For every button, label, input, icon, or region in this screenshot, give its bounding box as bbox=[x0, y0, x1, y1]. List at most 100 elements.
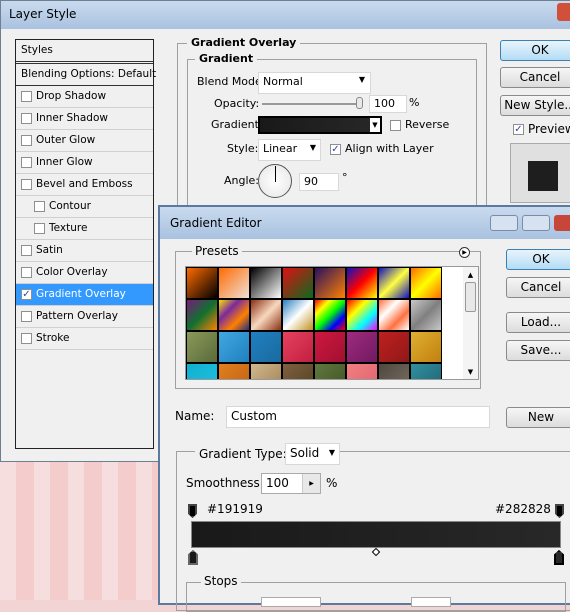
preset-swatch[interactable] bbox=[314, 267, 346, 299]
style-item[interactable]: Outer Glow bbox=[16, 130, 153, 152]
style-item[interactable]: Inner Glow bbox=[16, 152, 153, 174]
preset-swatch[interactable] bbox=[282, 299, 314, 331]
scroll-thumb[interactable] bbox=[465, 282, 476, 312]
preset-swatch[interactable] bbox=[250, 267, 282, 299]
style-checkbox[interactable] bbox=[21, 310, 32, 322]
layer-style-titlebar[interactable]: Layer Style bbox=[1, 1, 570, 29]
preset-swatch[interactable] bbox=[218, 331, 250, 363]
blending-options[interactable]: Blending Options: Default bbox=[16, 64, 156, 86]
style-item[interactable]: ✓ Gradient Overlay bbox=[16, 284, 153, 306]
style-checkbox[interactable] bbox=[21, 244, 32, 256]
editor-cancel-button[interactable]: Cancel bbox=[506, 277, 570, 298]
name-input[interactable]: Custom bbox=[226, 406, 490, 428]
style-checkbox[interactable] bbox=[21, 134, 32, 146]
style-item[interactable]: Stroke bbox=[16, 328, 153, 350]
preset-swatch[interactable] bbox=[378, 267, 410, 299]
opacity-input[interactable]: 100 bbox=[369, 95, 407, 113]
reverse-checkbox[interactable]: Reverse bbox=[390, 118, 449, 131]
style-checkbox[interactable] bbox=[34, 222, 45, 234]
gradient-picker[interactable]: ▼ bbox=[258, 116, 382, 134]
preset-swatch[interactable] bbox=[250, 331, 282, 363]
style-item[interactable]: Texture bbox=[16, 218, 153, 240]
minimize-icon[interactable] bbox=[490, 215, 518, 231]
style-item[interactable]: Pattern Overlay bbox=[16, 306, 153, 328]
style-checkbox[interactable] bbox=[21, 266, 32, 278]
stop-field-b[interactable] bbox=[411, 597, 451, 607]
preset-swatch[interactable] bbox=[186, 363, 218, 379]
style-checkbox[interactable] bbox=[34, 200, 45, 212]
presets-scrollbar[interactable]: ▲ ▼ bbox=[463, 267, 478, 379]
opacity-percent: % bbox=[409, 96, 420, 109]
preset-swatch[interactable] bbox=[410, 331, 442, 363]
style-item[interactable]: Color Overlay bbox=[16, 262, 153, 284]
new-style-button[interactable]: New Style... bbox=[500, 95, 570, 116]
gradient-type-select[interactable]: Solid ▼ bbox=[285, 443, 340, 465]
preset-swatch[interactable] bbox=[346, 267, 378, 299]
preset-swatch[interactable] bbox=[410, 299, 442, 331]
preset-swatch[interactable] bbox=[282, 267, 314, 299]
presets-menu-icon[interactable]: ▶ bbox=[459, 247, 470, 258]
load-button[interactable]: Load... bbox=[506, 312, 570, 333]
preset-swatch[interactable] bbox=[282, 331, 314, 363]
gradient-bar[interactable] bbox=[191, 521, 561, 548]
style-select[interactable]: Linear ▼ bbox=[258, 139, 321, 161]
smoothness-arrow-icon[interactable]: ▶ bbox=[302, 474, 320, 493]
style-checkbox[interactable] bbox=[21, 90, 32, 102]
align-checkbox[interactable]: ✓ Align with Layer bbox=[330, 142, 434, 155]
close-icon[interactable] bbox=[554, 215, 570, 231]
preset-swatch[interactable] bbox=[346, 299, 378, 331]
preset-swatch[interactable] bbox=[410, 267, 442, 299]
style-checkbox[interactable] bbox=[21, 178, 32, 190]
preset-swatch[interactable] bbox=[314, 363, 346, 379]
preview-checkbox[interactable]: ✓ Preview bbox=[513, 122, 570, 136]
maximize-icon[interactable] bbox=[522, 215, 550, 231]
smoothness-input[interactable]: 100 ▶ bbox=[261, 473, 321, 494]
preset-swatch[interactable] bbox=[314, 331, 346, 363]
scroll-down-icon[interactable]: ▼ bbox=[463, 368, 478, 376]
new-button[interactable]: New bbox=[506, 407, 570, 428]
angle-input[interactable]: 90 bbox=[299, 173, 339, 191]
preset-swatch[interactable] bbox=[378, 331, 410, 363]
style-item[interactable]: Inner Shadow bbox=[16, 108, 153, 130]
preset-swatch[interactable] bbox=[410, 363, 442, 379]
preset-swatch[interactable] bbox=[250, 299, 282, 331]
preset-swatch[interactable] bbox=[218, 363, 250, 379]
angle-dial[interactable] bbox=[258, 164, 292, 198]
preset-swatch[interactable] bbox=[186, 267, 218, 299]
style-item[interactable]: Contour bbox=[16, 196, 153, 218]
style-checkbox[interactable] bbox=[21, 332, 32, 344]
stop-field-a[interactable] bbox=[261, 597, 321, 607]
styles-header[interactable]: Styles bbox=[16, 40, 153, 64]
preset-swatch[interactable] bbox=[378, 299, 410, 331]
preset-swatch[interactable] bbox=[346, 331, 378, 363]
preset-swatch[interactable] bbox=[346, 363, 378, 379]
styles-list: Styles Blending Options: Default Drop Sh… bbox=[15, 39, 156, 449]
style-checkbox[interactable] bbox=[21, 156, 32, 168]
blend-mode-select[interactable]: Normal ▼ bbox=[258, 72, 371, 94]
preset-swatch[interactable] bbox=[186, 299, 218, 331]
style-item[interactable]: Satin bbox=[16, 240, 153, 262]
ok-button[interactable]: OK bbox=[500, 40, 570, 61]
close-icon[interactable] bbox=[557, 3, 570, 21]
preset-swatch[interactable] bbox=[282, 363, 314, 379]
preset-swatch[interactable] bbox=[218, 299, 250, 331]
preset-swatch[interactable] bbox=[314, 299, 346, 331]
style-checkbox[interactable] bbox=[21, 112, 32, 124]
save-button[interactable]: Save... bbox=[506, 340, 570, 361]
chevron-down-icon[interactable]: ▼ bbox=[370, 118, 380, 132]
smoothness-percent: % bbox=[326, 476, 338, 490]
style-item-label: Inner Shadow bbox=[36, 112, 108, 124]
preset-swatch[interactable] bbox=[250, 363, 282, 379]
preview-thumbnail bbox=[510, 143, 570, 203]
editor-ok-button[interactable]: OK bbox=[506, 249, 570, 270]
style-item[interactable]: Drop Shadow bbox=[16, 86, 153, 108]
preset-swatch[interactable] bbox=[186, 331, 218, 363]
preset-swatch[interactable] bbox=[218, 267, 250, 299]
opacity-slider-thumb[interactable] bbox=[356, 97, 363, 109]
cancel-button[interactable]: Cancel bbox=[500, 67, 570, 88]
scroll-up-icon[interactable]: ▲ bbox=[463, 271, 478, 279]
opacity-slider[interactable] bbox=[262, 103, 362, 105]
style-item[interactable]: Bevel and Emboss bbox=[16, 174, 153, 196]
style-checkbox[interactable]: ✓ bbox=[21, 288, 32, 300]
preset-swatch[interactable] bbox=[378, 363, 410, 379]
